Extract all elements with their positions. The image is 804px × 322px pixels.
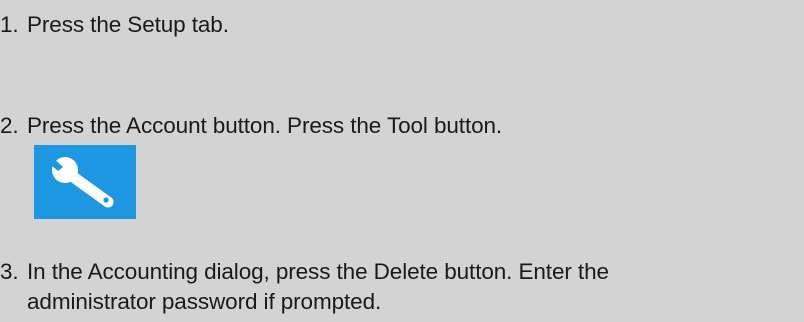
step-3-text-continued: administrator password if prompted.: [27, 289, 382, 314]
step-2: 2. Press the Account button. Press the To…: [0, 111, 502, 141]
step-3-number: 3.: [0, 259, 19, 284]
step-2-number: 2.: [0, 113, 19, 138]
step-3: 3. In the Accounting dialog, press the De…: [0, 257, 609, 317]
step-1-number: 1.: [0, 12, 19, 37]
step-3-text: In the Accounting dialog, press the Dele…: [27, 259, 609, 284]
wrench-icon: [44, 153, 114, 208]
step-1-text: Press the Setup tab.: [27, 12, 229, 37]
tool-button-icon: [34, 145, 136, 219]
step-2-text: Press the Account button. Press the Tool…: [27, 113, 503, 138]
step-1: 1. Press the Setup tab.: [0, 10, 229, 40]
